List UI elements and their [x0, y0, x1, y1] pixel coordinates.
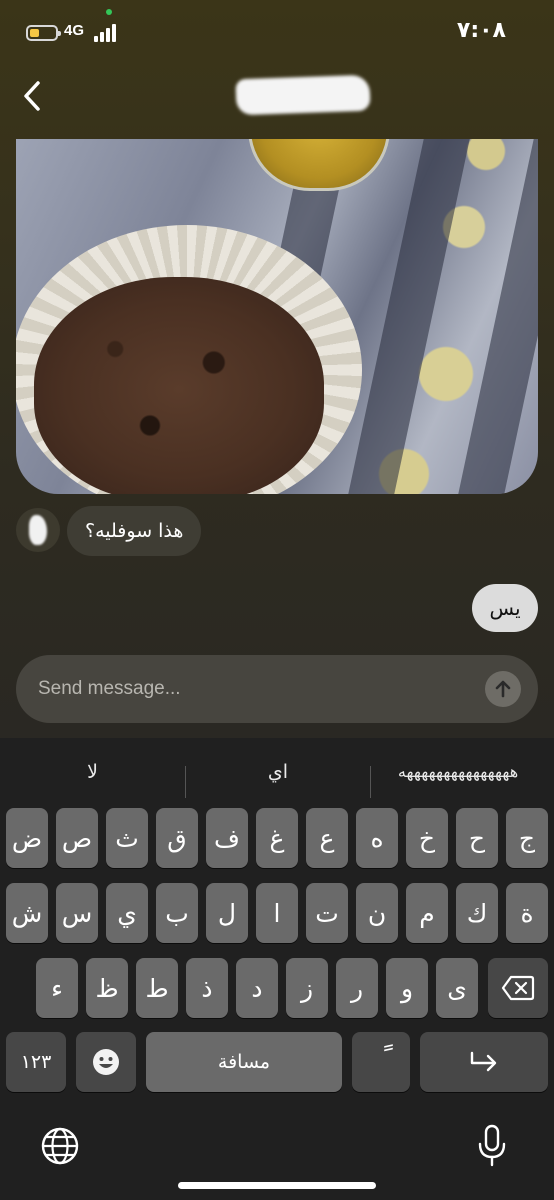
suggestion-divider	[370, 766, 371, 798]
key-row2-0[interactable]: ة	[506, 883, 548, 943]
key-row1-10[interactable]: ض	[6, 808, 48, 868]
key-row2-6[interactable]: ل	[206, 883, 248, 943]
key-row2-8[interactable]: ي	[106, 883, 148, 943]
key-row3-1[interactable]: و	[386, 958, 428, 1018]
key-row2-9[interactable]: س	[56, 883, 98, 943]
suggestion-2[interactable]: اي	[186, 750, 370, 794]
diacritic-key[interactable]: ً	[352, 1032, 410, 1092]
key-row2-5[interactable]: ا	[256, 883, 298, 943]
send-button[interactable]	[485, 671, 521, 707]
globe-icon[interactable]	[40, 1126, 80, 1166]
back-button[interactable]	[16, 76, 48, 116]
key-row3-5[interactable]: ذ	[186, 958, 228, 1018]
status-bar: 4G ٧:٠٨	[0, 0, 554, 60]
arrow-up-icon	[495, 680, 511, 698]
backspace-icon	[501, 975, 535, 1001]
camera-indicator	[106, 9, 112, 15]
suggestion-1[interactable]: هههههههههههههههه	[370, 750, 546, 794]
key-row1-4[interactable]: ع	[306, 808, 348, 868]
key-row3-2[interactable]: ر	[336, 958, 378, 1018]
sent-message[interactable]: يس	[472, 584, 538, 632]
suggestion-divider	[185, 766, 186, 798]
key-row1-9[interactable]: ص	[56, 808, 98, 868]
contact-name-redacted[interactable]	[235, 74, 371, 116]
status-time: ٧:٠٨	[456, 18, 506, 43]
key-row1-6[interactable]: ف	[206, 808, 248, 868]
key-row2-2[interactable]: م	[406, 883, 448, 943]
key-row1-7[interactable]: ق	[156, 808, 198, 868]
key-row1-1[interactable]: ح	[456, 808, 498, 868]
return-icon	[470, 1051, 497, 1072]
key-row3-0[interactable]: ى	[436, 958, 478, 1018]
key-row3-7[interactable]: ظ	[86, 958, 128, 1018]
numbers-key[interactable]: ١٢٣	[6, 1032, 66, 1092]
key-row3-8[interactable]: ء	[36, 958, 78, 1018]
key-row1-8[interactable]: ث	[106, 808, 148, 868]
signal-icon	[94, 24, 116, 42]
suggestion-bar: هههههههههههههههه اي لا	[0, 750, 554, 798]
emoji-key[interactable]	[76, 1032, 136, 1092]
key-row2-4[interactable]: ت	[306, 883, 348, 943]
key-row1-0[interactable]: ج	[506, 808, 548, 868]
key-row2-7[interactable]: ب	[156, 883, 198, 943]
emoji-icon	[93, 1049, 119, 1075]
jar-in-photo	[248, 139, 390, 191]
key-row1-2[interactable]: خ	[406, 808, 448, 868]
space-key[interactable]: مسافة	[146, 1032, 342, 1092]
received-message[interactable]: هذا سوفليه؟	[67, 506, 202, 556]
battery-icon	[26, 25, 61, 41]
key-row3-4[interactable]: د	[236, 958, 278, 1018]
photo-message[interactable]	[16, 139, 538, 494]
return-key[interactable]	[420, 1032, 548, 1092]
key-row1-3[interactable]: ه	[356, 808, 398, 868]
key-row2-10[interactable]: ش	[6, 883, 48, 943]
key-row3-3[interactable]: ز	[286, 958, 328, 1018]
key-row2-1[interactable]: ك	[456, 883, 498, 943]
suggestion-3[interactable]: لا	[0, 750, 185, 794]
chevron-left-icon	[24, 81, 40, 111]
home-indicator	[178, 1182, 376, 1189]
network-type: 4G	[64, 22, 85, 39]
message-composer[interactable]: Send message...	[16, 655, 538, 723]
avatar[interactable]	[16, 508, 60, 552]
key-row1-5[interactable]: غ	[256, 808, 298, 868]
delete-key[interactable]	[488, 958, 548, 1018]
microphone-icon[interactable]	[476, 1124, 508, 1168]
message-input[interactable]: Send message...	[38, 655, 458, 723]
key-row3-6[interactable]: ط	[136, 958, 178, 1018]
key-row2-3[interactable]: ن	[356, 883, 398, 943]
souffle-in-photo	[34, 277, 324, 494]
